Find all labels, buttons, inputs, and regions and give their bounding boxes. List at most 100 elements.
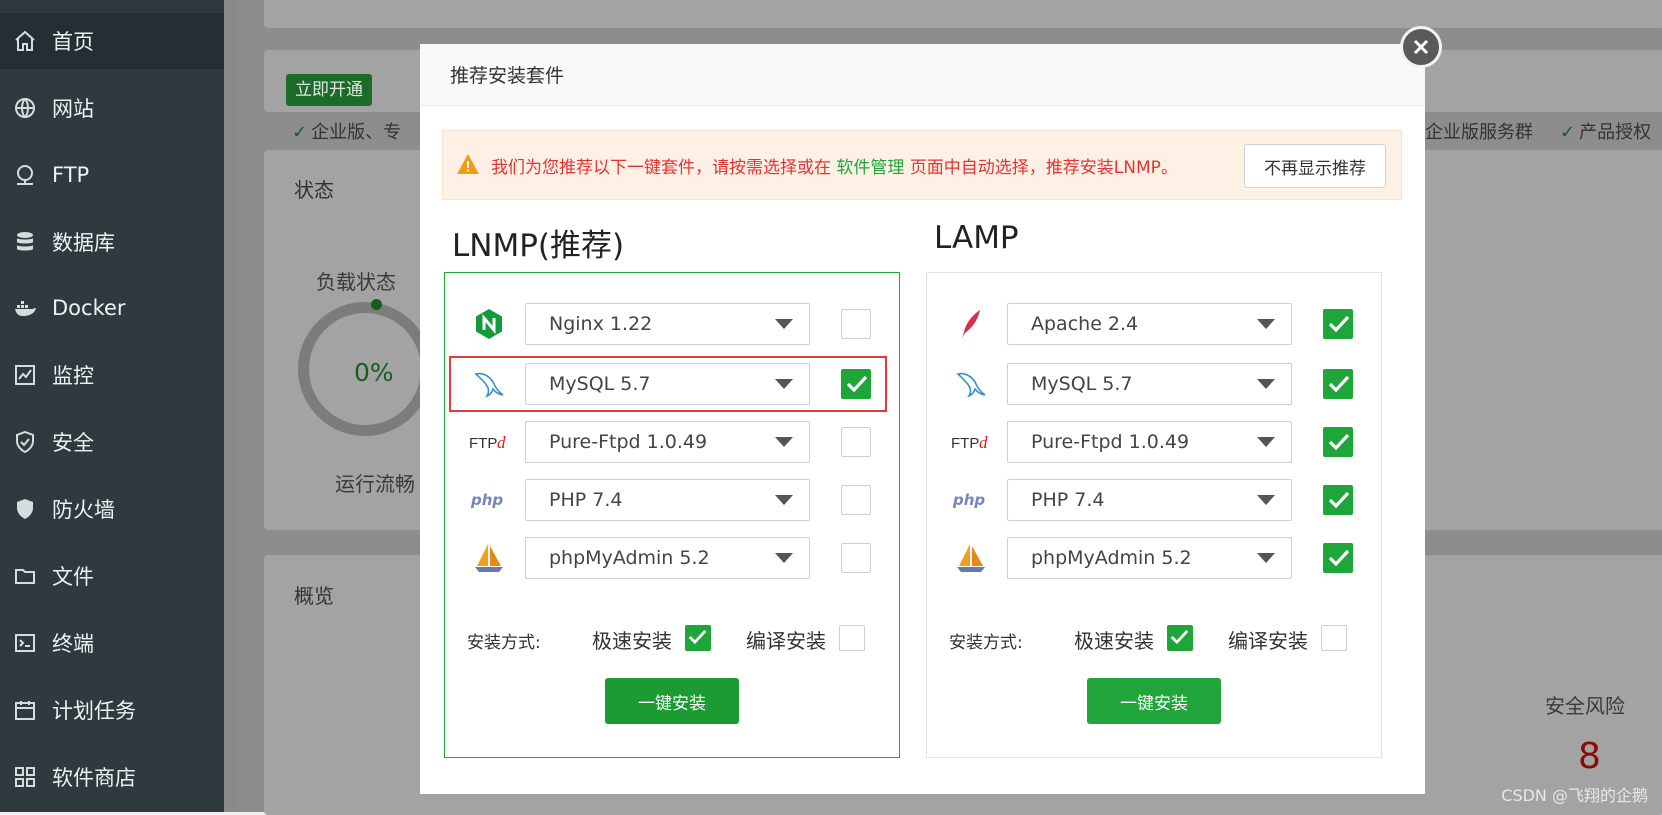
- recommend-alert: 我们为您推荐以下一键套件，请按需选择或在 软件管理 页面中自动选择，推荐安装LN…: [442, 130, 1402, 200]
- sidebar-item-label: 文件: [52, 565, 94, 589]
- checkmark-icon: [1170, 630, 1189, 645]
- php-checkbox[interactable]: [1323, 485, 1353, 515]
- sidebar-item-firewall[interactable]: 防火墙: [0, 481, 224, 537]
- sidebar-item-home[interactable]: 首页: [0, 13, 224, 69]
- phpmyadmin-version-select[interactable]: phpMyAdmin 5.2: [1007, 537, 1292, 579]
- close-modal-button[interactable]: [1400, 26, 1442, 68]
- sidebar-item-security[interactable]: 安全: [0, 414, 224, 470]
- features-left: ✓ 企业版、专: [292, 122, 402, 143]
- checkmark-icon: [1328, 491, 1350, 509]
- sidebar-item-label: FTP: [52, 163, 90, 187]
- risk-label: 安全风险: [1545, 694, 1625, 718]
- checkmark-icon: [688, 630, 707, 645]
- top-card: [264, 0, 1662, 28]
- dont-show-again-button[interactable]: 不再显示推荐: [1244, 144, 1386, 188]
- compile-install-checkbox[interactable]: [839, 625, 865, 651]
- phpmyadmin-version-select[interactable]: phpMyAdmin 5.2: [525, 537, 810, 579]
- database-icon: [12, 229, 38, 255]
- svg-text:FTP: FTP: [469, 435, 497, 452]
- lamp-row-php: php PHP 7.4: [927, 479, 1381, 521]
- lamp-panel: Apache 2.4 MySQL 5.7 FTP d Pure-Ftpd 1.0.…: [926, 272, 1382, 758]
- svg-text:php: php: [952, 491, 985, 509]
- lamp-row-mysql: MySQL 5.7: [927, 363, 1381, 405]
- sidebar-item-files[interactable]: 文件: [0, 548, 224, 604]
- load-value: 0%: [354, 358, 394, 387]
- chevron-down-icon: [1257, 379, 1275, 389]
- checkmark-icon: [846, 375, 868, 393]
- mysql-checkbox[interactable]: [1323, 369, 1353, 399]
- activate-button[interactable]: 立即开通: [286, 74, 372, 106]
- sidebar-item-label: 首页: [52, 30, 94, 54]
- php-version-select[interactable]: PHP 7.4: [525, 479, 810, 521]
- php-checkbox[interactable]: [841, 485, 871, 515]
- calendar-icon: [12, 697, 38, 723]
- chevron-down-icon: [1257, 495, 1275, 505]
- install-method-label: 安装方式:: [949, 633, 1023, 653]
- checkmark-icon: [1328, 375, 1350, 393]
- status-title: 状态: [294, 178, 334, 202]
- sidebar-item-terminal[interactable]: 终端: [0, 615, 224, 671]
- terminal-icon: [12, 630, 38, 656]
- sidebar-item-label: 防火墙: [52, 498, 115, 522]
- mysql-version-select[interactable]: MySQL 5.7: [1007, 363, 1292, 405]
- sidebar-item-docker[interactable]: Docker: [0, 280, 224, 336]
- sidebar-item-website[interactable]: 网站: [0, 80, 224, 136]
- apache-feather-icon: [951, 307, 991, 341]
- nginx-version-select[interactable]: Nginx 1.22: [525, 303, 810, 345]
- home-icon: [12, 28, 38, 54]
- chevron-down-icon: [1257, 437, 1275, 447]
- risk-value: 8: [1578, 736, 1601, 777]
- fast-install-checkbox[interactable]: [685, 625, 711, 651]
- lamp-install-button[interactable]: 一键安装: [1087, 678, 1221, 724]
- lnmp-title: LNMP(推荐): [452, 228, 625, 264]
- sidebar-item-ftp[interactable]: FTP: [0, 147, 224, 203]
- apache-checkbox[interactable]: [1323, 309, 1353, 339]
- ftpd-checkbox[interactable]: [1323, 427, 1353, 457]
- compile-install-label: 编译安装: [746, 629, 826, 653]
- sidebar-item-cron[interactable]: 计划任务: [0, 682, 224, 738]
- firewall-shield-icon: [12, 496, 38, 522]
- sidebar-item-database[interactable]: 数据库: [0, 214, 224, 270]
- lnmp-install-button[interactable]: 一键安装: [605, 678, 739, 724]
- compile-install-checkbox[interactable]: [1321, 625, 1347, 651]
- modal-title: 推荐安装套件: [420, 44, 1425, 106]
- ftpd-version-select[interactable]: Pure-Ftpd 1.0.49: [1007, 421, 1292, 463]
- php-version-select[interactable]: PHP 7.4: [1007, 479, 1292, 521]
- mysql-dolphin-icon: [951, 367, 991, 401]
- software-manage-link[interactable]: 软件管理: [836, 158, 904, 178]
- apache-version-select[interactable]: Apache 2.4: [1007, 303, 1292, 345]
- lamp-title: LAMP: [934, 220, 1019, 256]
- sidebar-item-label: 软件商店: [52, 766, 136, 790]
- load-label: 负载状态: [316, 270, 396, 294]
- alert-text: 我们为您推荐以下一键套件，请按需选择或在 软件管理 页面中自动选择，推荐安装LN…: [491, 158, 1178, 178]
- chevron-down-icon: [775, 437, 793, 447]
- lamp-row-ftpd: FTP d Pure-Ftpd 1.0.49: [927, 421, 1381, 463]
- mysql-version-select[interactable]: MySQL 5.7: [525, 363, 810, 405]
- svg-text:php: php: [470, 491, 503, 509]
- docker-icon: [12, 295, 38, 321]
- ftpd-version-select[interactable]: Pure-Ftpd 1.0.49: [525, 421, 810, 463]
- chevron-down-icon: [775, 553, 793, 563]
- features-right-2: ✓ 产品授权: [1560, 122, 1652, 143]
- sidebar-item-monitor[interactable]: 监控: [0, 347, 224, 403]
- sidebar-item-label: 数据库: [52, 231, 115, 255]
- ftpd-checkbox[interactable]: [841, 427, 871, 457]
- warning-icon: [457, 154, 479, 174]
- load-status: 运行流畅: [335, 472, 415, 496]
- lnmp-row-php: php PHP 7.4: [445, 479, 899, 521]
- php-icon: php: [951, 483, 991, 517]
- chevron-down-icon: [1257, 319, 1275, 329]
- lnmp-row-ftpd: FTP d Pure-Ftpd 1.0.49: [445, 421, 899, 463]
- nginx-checkbox[interactable]: [841, 309, 871, 339]
- phpmyadmin-checkbox[interactable]: [1323, 543, 1353, 573]
- shield-check-icon: [12, 429, 38, 455]
- mysql-checkbox[interactable]: [841, 369, 871, 399]
- load-gauge-dot: [371, 299, 382, 310]
- checkmark-icon: [1328, 433, 1350, 451]
- phpmyadmin-checkbox[interactable]: [841, 543, 871, 573]
- close-icon: [1413, 39, 1429, 55]
- apps-grid-icon: [12, 764, 38, 790]
- sidebar-item-store[interactable]: 软件商店: [0, 749, 224, 805]
- fast-install-checkbox[interactable]: [1167, 625, 1193, 651]
- svg-text:FTP: FTP: [951, 435, 979, 452]
